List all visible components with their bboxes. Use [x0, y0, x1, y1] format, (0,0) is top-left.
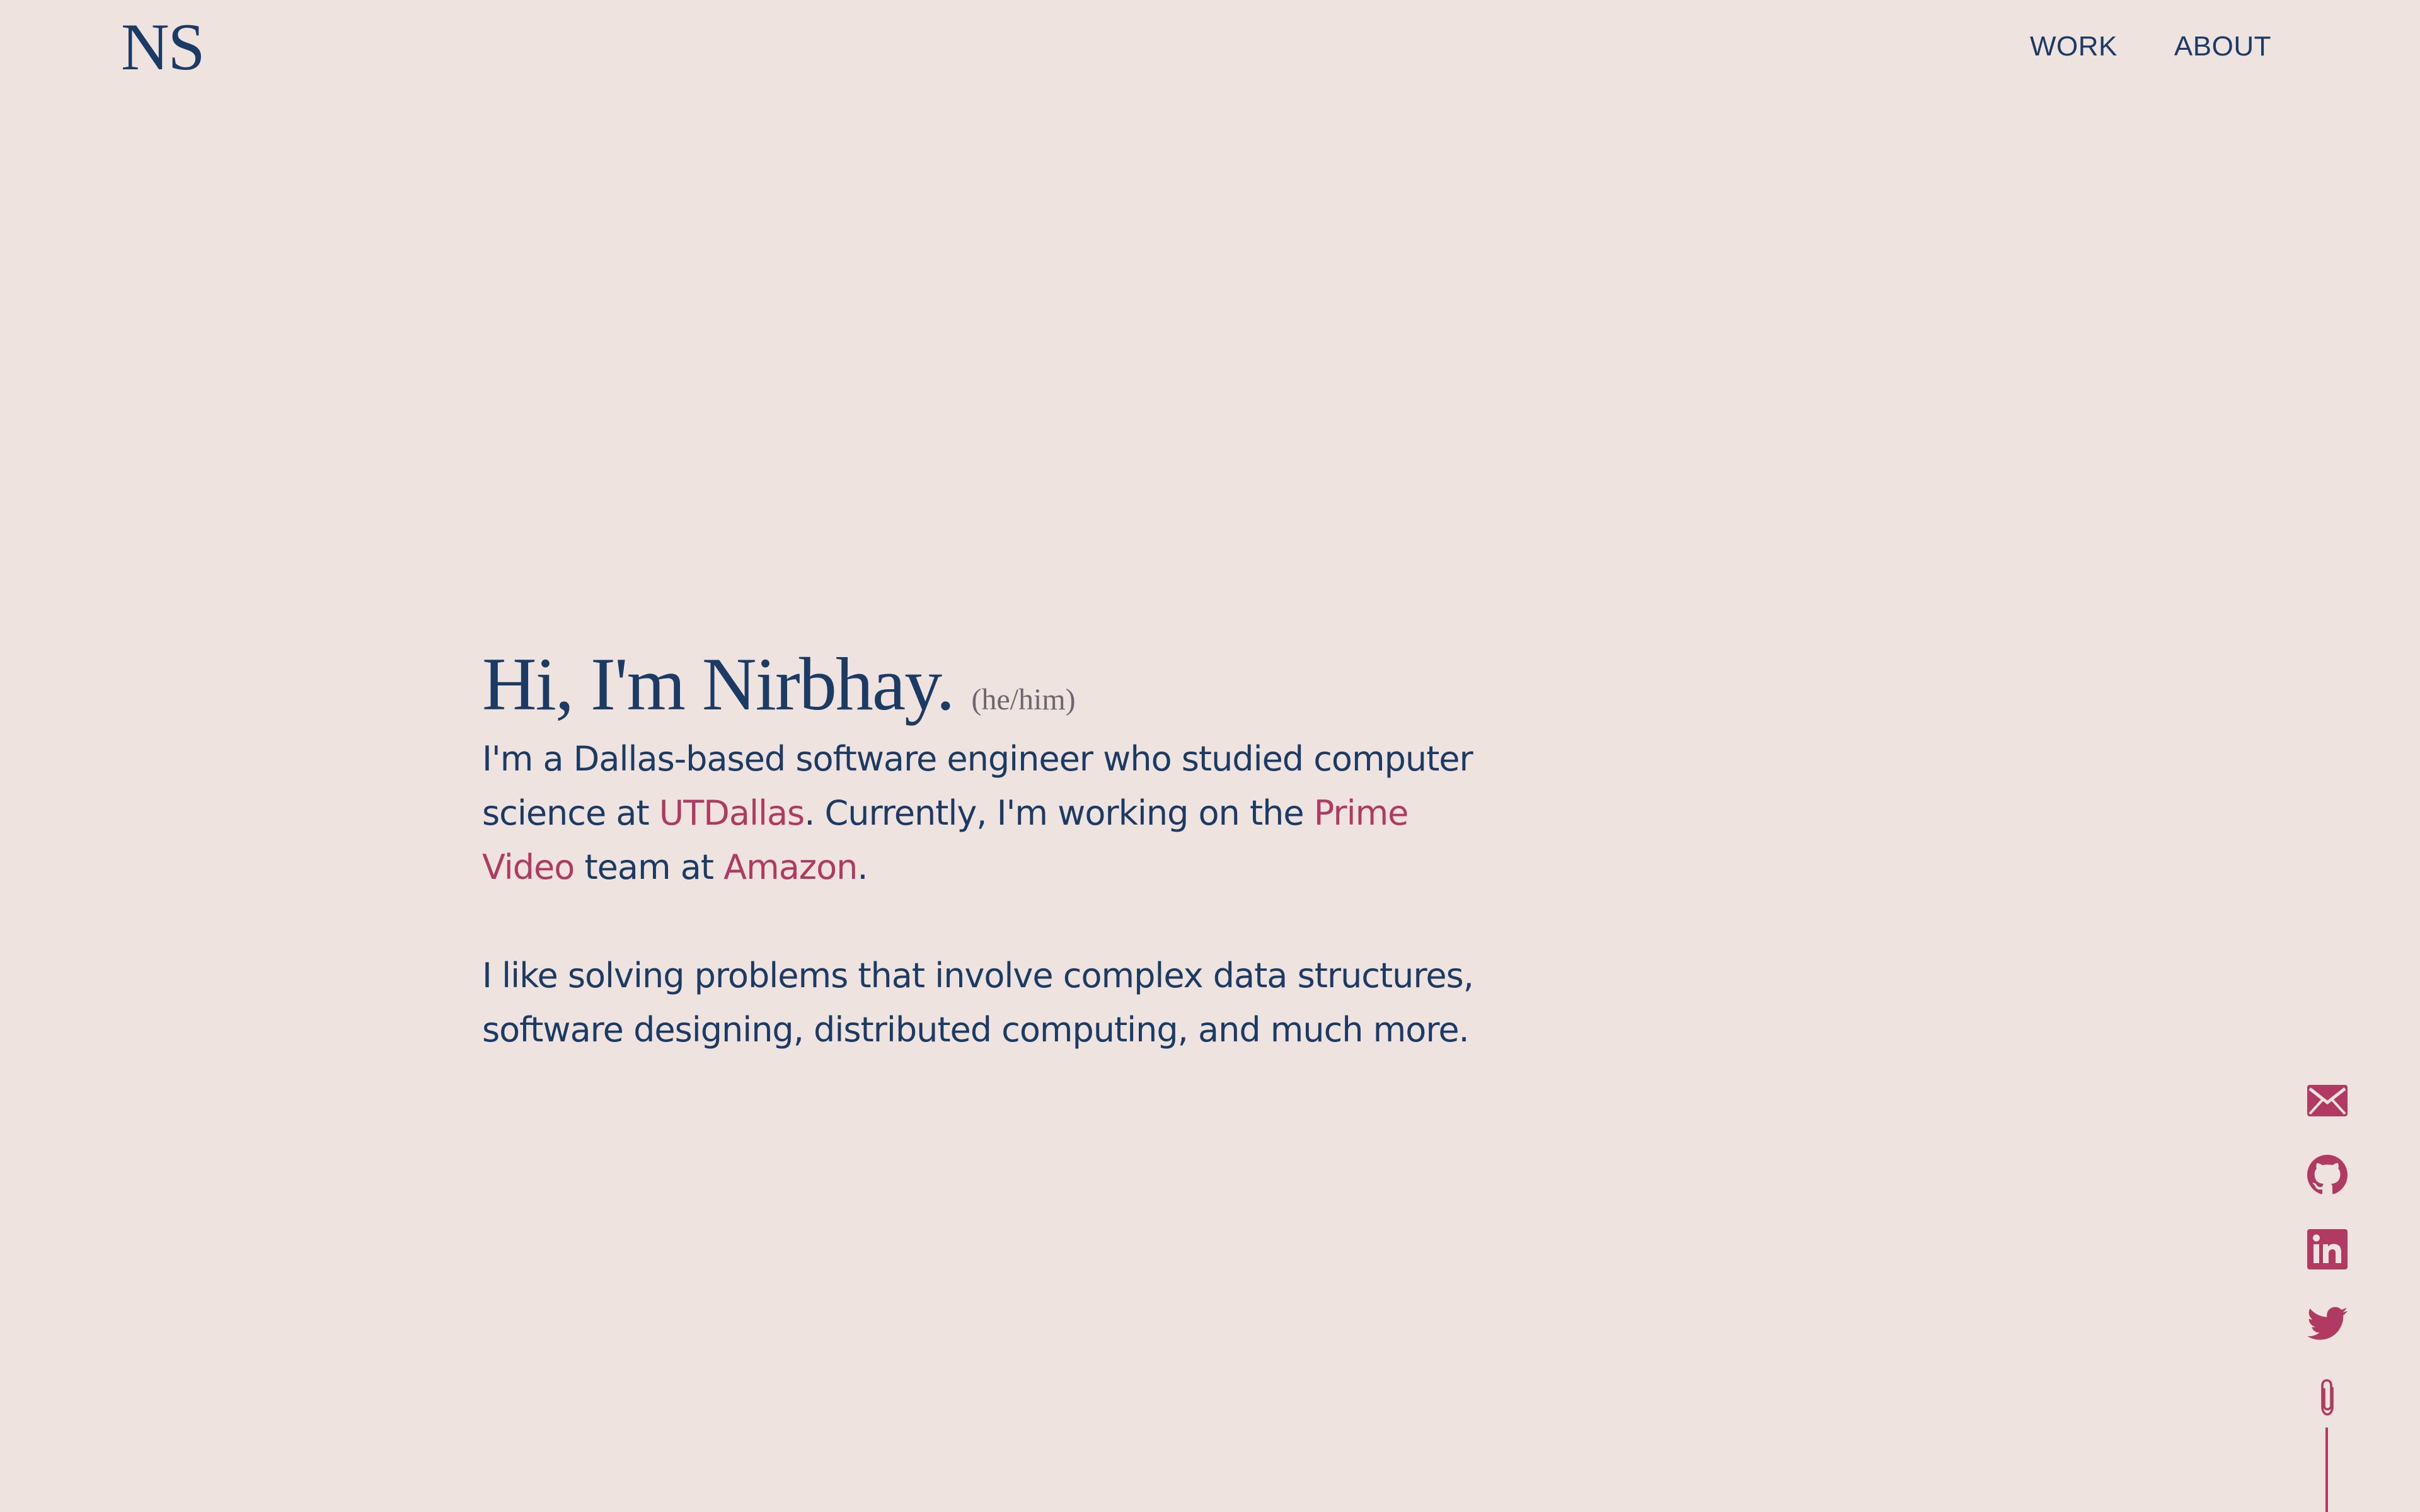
greeting-heading: Hi, I'm Nirbhay.	[482, 642, 955, 726]
intro-text-4: .	[857, 847, 868, 887]
intro-text-2: . Currently, I'm working on the	[804, 793, 1314, 833]
interests-paragraph: I like solving problems that involve com…	[482, 956, 1474, 1050]
pronouns: (he/him)	[971, 683, 1076, 716]
email-icon[interactable]	[2305, 1079, 2349, 1123]
nav-about[interactable]: ABOUT	[2174, 33, 2271, 60]
logo[interactable]: NS	[121, 14, 205, 81]
social-links	[2305, 1079, 2349, 1450]
utdallas-link[interactable]: UTDallas	[659, 793, 805, 833]
main-nav: WORK ABOUT	[2030, 33, 2271, 60]
github-icon[interactable]	[2305, 1153, 2349, 1197]
hero-section: Hi, I'm Nirbhay. (he/him) I'm a Dallas-b…	[482, 643, 1490, 1057]
greeting-row: Hi, I'm Nirbhay. (he/him)	[482, 643, 1490, 726]
intro-text-3: team at	[574, 847, 724, 887]
amazon-link[interactable]: Amazon	[723, 847, 858, 887]
linkedin-icon[interactable]	[2305, 1227, 2349, 1271]
paperclip-icon[interactable]	[2305, 1376, 2349, 1420]
social-divider-line	[2325, 1428, 2328, 1512]
nav-work[interactable]: WORK	[2030, 33, 2118, 60]
twitter-icon[interactable]	[2305, 1302, 2349, 1346]
intro-paragraph: I'm a Dallas-based software engineer who…	[482, 732, 1490, 895]
